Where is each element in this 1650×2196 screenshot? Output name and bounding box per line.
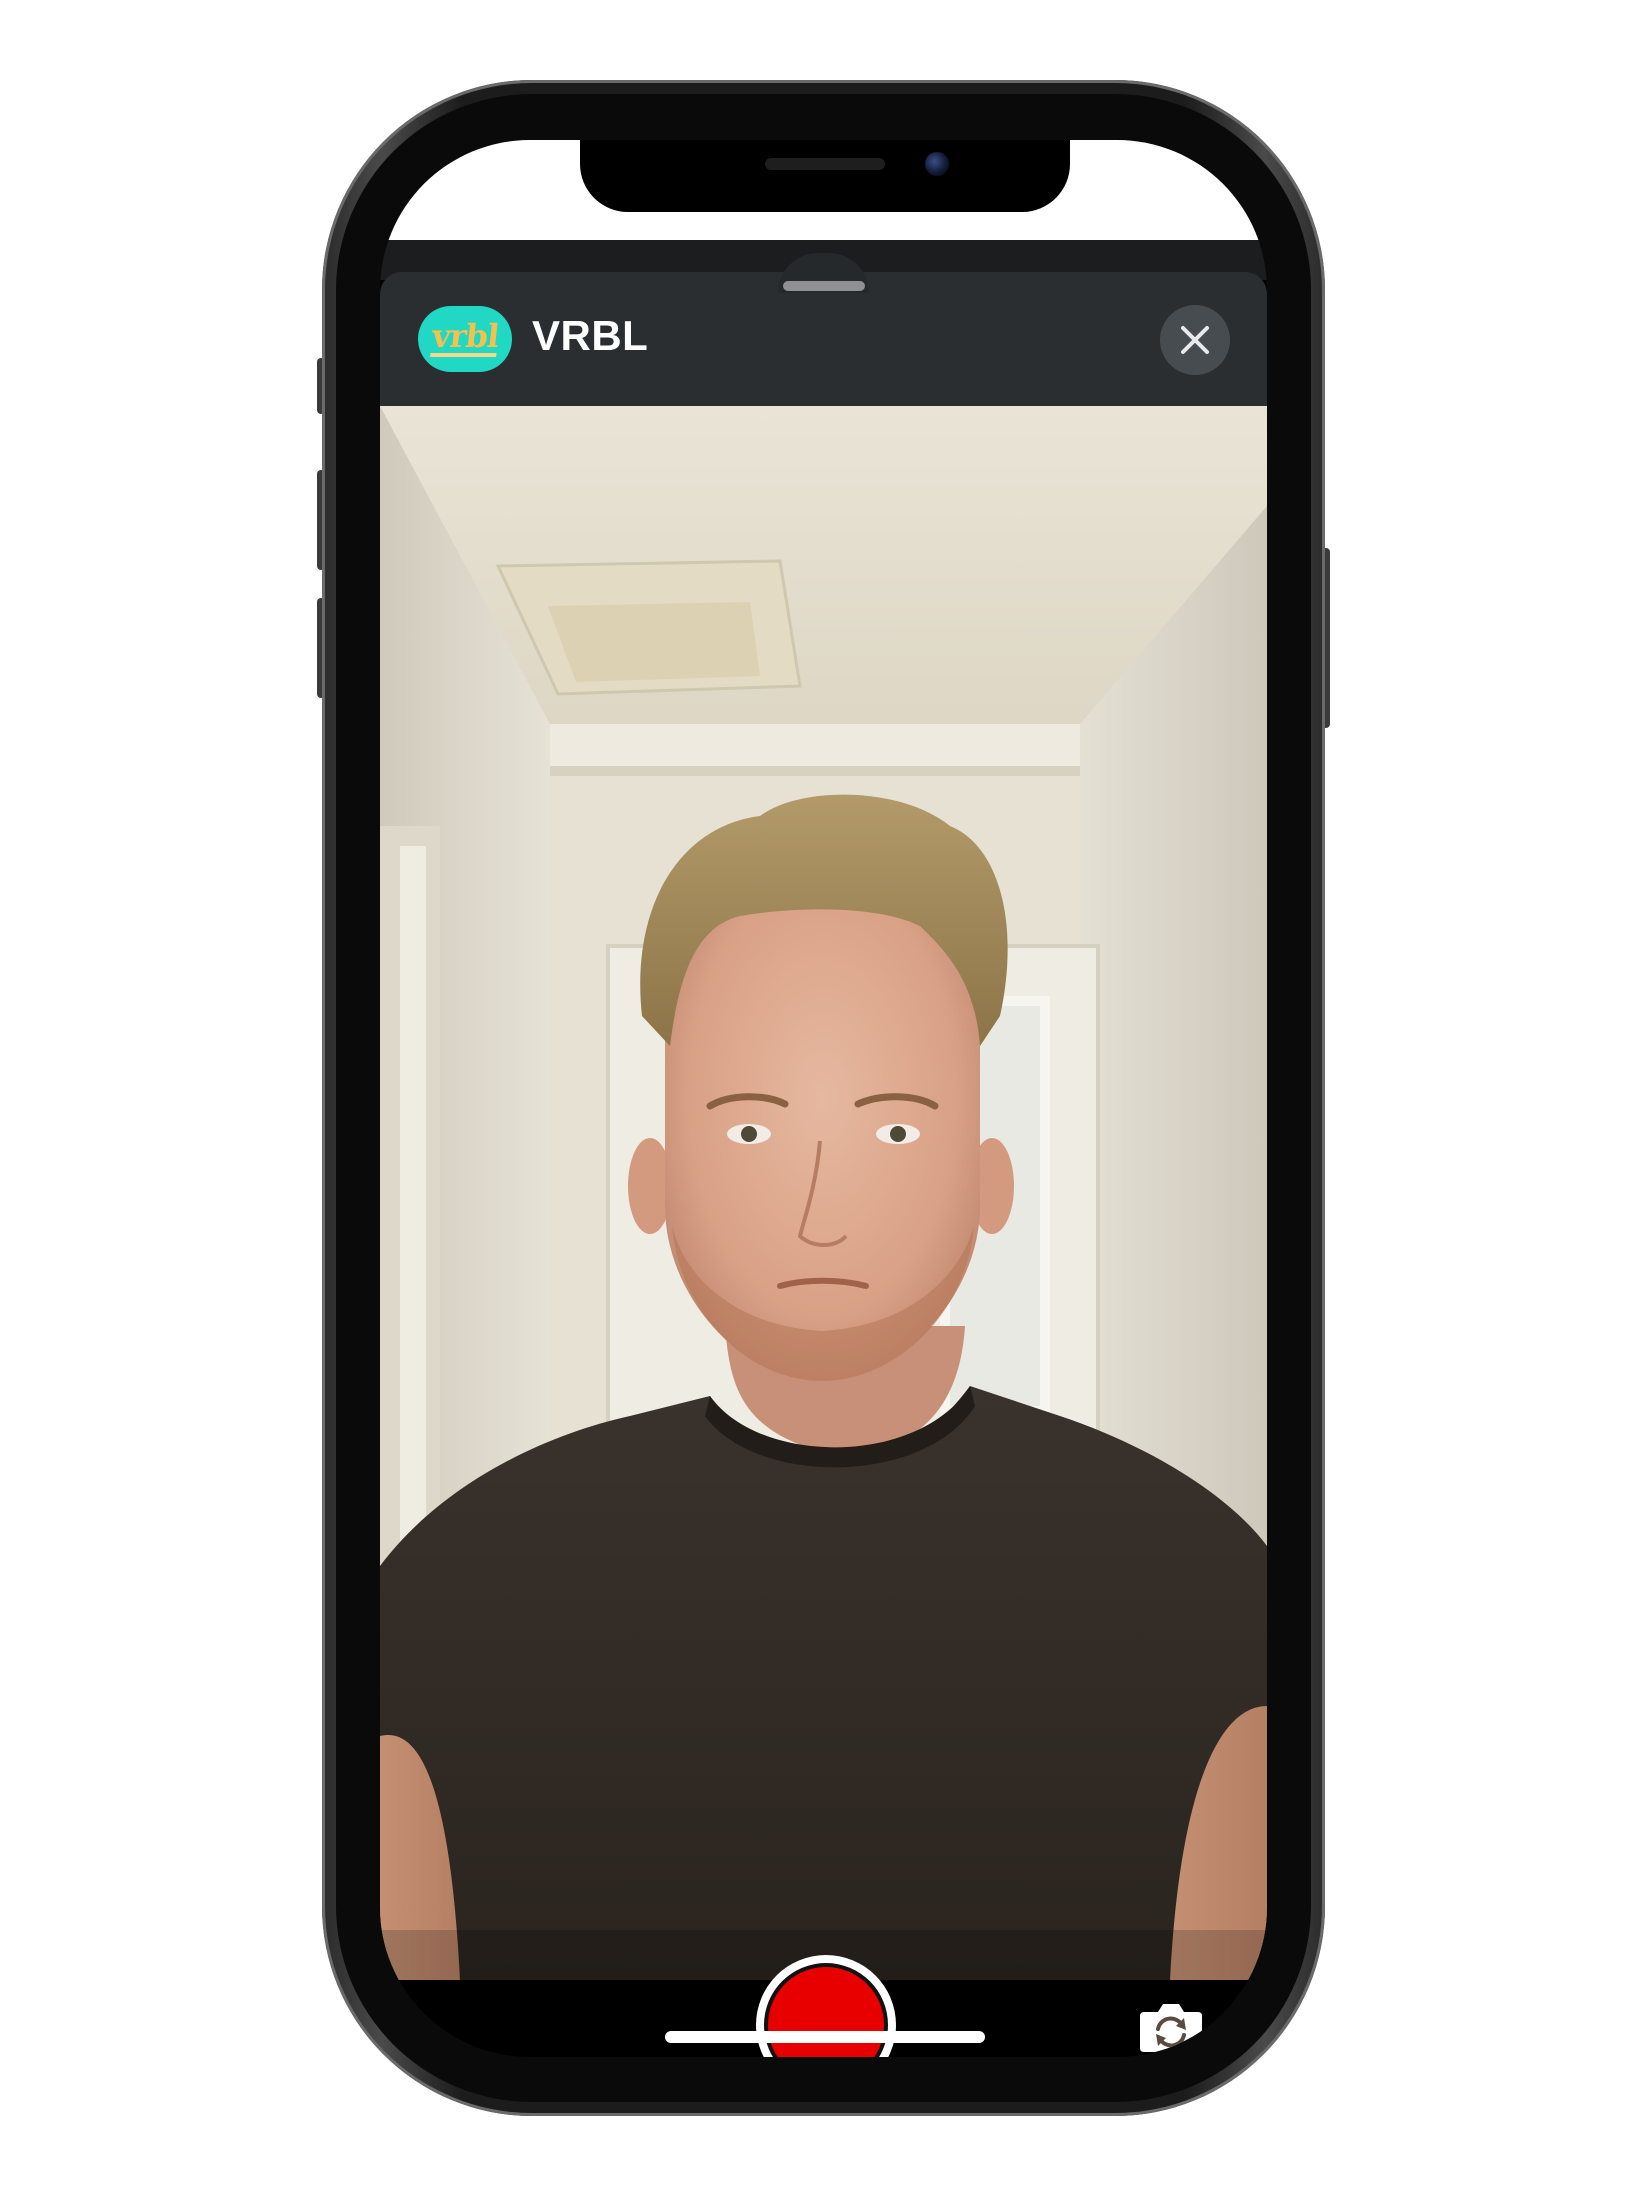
- camera-feed-image: [380, 406, 1267, 1980]
- earpiece-speaker: [765, 158, 885, 170]
- app-logo: vrbl: [418, 306, 512, 372]
- app-logo-text: vrbl: [430, 317, 501, 357]
- record-dot: [768, 1967, 884, 2057]
- app-title: VRBL: [532, 312, 649, 359]
- camera-flip-button[interactable]: [1138, 1998, 1204, 2054]
- notch: [580, 140, 1070, 212]
- close-button[interactable]: [1160, 305, 1230, 375]
- close-x-icon: [1181, 326, 1209, 354]
- sheet-grabber[interactable]: [783, 281, 865, 291]
- camera-flip-icon: [1140, 2004, 1202, 2052]
- home-indicator[interactable]: [665, 2031, 985, 2043]
- front-camera-lens: [925, 152, 949, 176]
- camera-preview: [380, 406, 1267, 1980]
- stage: vrbl VRBL: [0, 0, 1650, 2196]
- phone-screen: vrbl VRBL: [380, 140, 1267, 2057]
